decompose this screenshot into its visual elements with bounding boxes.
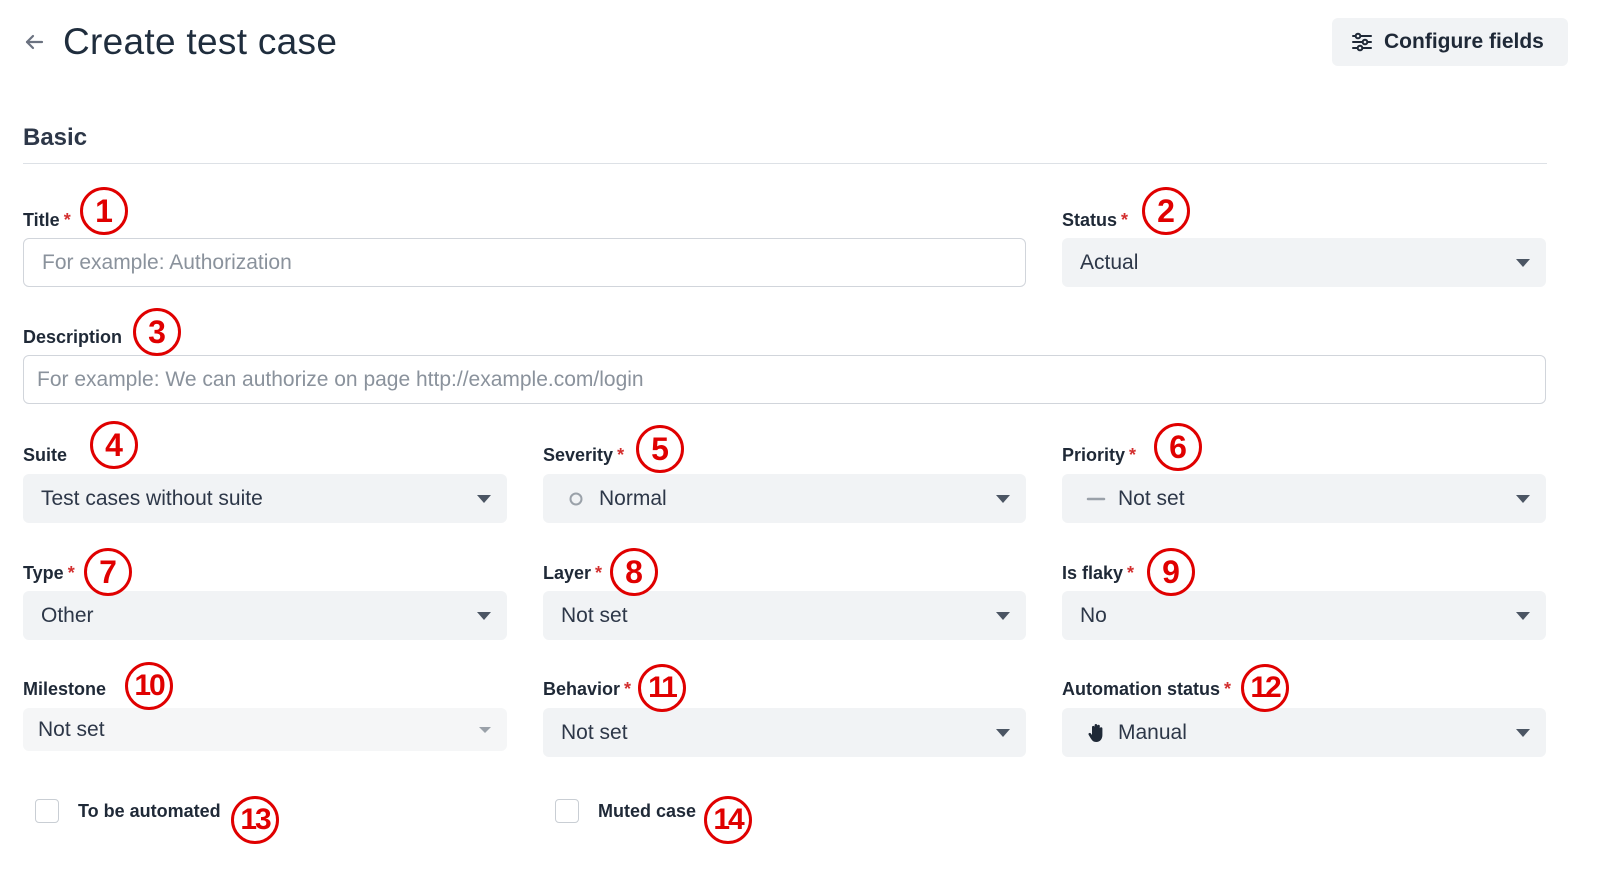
layer-select[interactable]: Not set	[543, 591, 1026, 640]
annotation-marker-5: 5	[636, 425, 684, 473]
severity-label: Severity *	[543, 445, 624, 466]
priority-select[interactable]: Not set	[1062, 474, 1546, 523]
suite-value: Test cases without suite	[41, 486, 263, 510]
layer-label: Layer *	[543, 563, 602, 584]
chevron-down-icon	[996, 611, 1010, 620]
required-mark: *	[63, 210, 71, 230]
annotation-marker-3: 3	[133, 308, 181, 356]
to-be-automated-label: To be automated	[78, 800, 221, 821]
is-flaky-label-text: Is flaky	[1062, 563, 1124, 583]
behavior-select[interactable]: Not set	[543, 708, 1026, 757]
chevron-down-icon	[1516, 611, 1530, 620]
priority-label: Priority *	[1062, 445, 1136, 466]
required-mark: *	[617, 445, 625, 465]
create-test-case-page: Create test case Configure fields Basic …	[0, 0, 1600, 877]
description-input[interactable]	[23, 355, 1546, 404]
suite-label: Suite	[23, 445, 67, 466]
dash-icon	[1086, 488, 1106, 510]
type-value: Other	[41, 603, 94, 627]
behavior-label-text: Behavior	[543, 679, 621, 699]
milestone-value: Not set	[38, 717, 105, 741]
automation-status-select[interactable]: Manual	[1062, 708, 1546, 757]
section-title: Basic	[23, 124, 88, 151]
automation-status-label-text: Automation status	[1062, 679, 1221, 699]
severity-select[interactable]: Normal	[543, 474, 1026, 523]
required-mark: *	[624, 679, 632, 699]
configure-fields-label: Configure fields	[1384, 30, 1544, 53]
annotation-marker-10: 10	[125, 662, 173, 710]
title-label-text: Title	[23, 210, 60, 230]
status-select[interactable]: Actual	[1062, 238, 1546, 287]
checkbox-box[interactable]	[555, 799, 579, 823]
status-value: Actual	[1080, 250, 1139, 274]
layer-value: Not set	[561, 603, 628, 627]
suite-select[interactable]: Test cases without suite	[23, 474, 507, 523]
annotation-marker-1: 1	[80, 187, 128, 235]
annotation-marker-8: 8	[610, 548, 658, 596]
annotation-marker-2: 2	[1142, 187, 1190, 235]
chevron-down-icon	[479, 726, 491, 733]
is-flaky-label: Is flaky *	[1062, 563, 1134, 584]
circle-outline-icon	[567, 488, 585, 510]
required-mark: *	[67, 563, 75, 583]
severity-value: Normal	[599, 486, 667, 510]
behavior-value: Not set	[561, 720, 628, 744]
milestone-label: Milestone	[23, 679, 106, 700]
muted-case-checkbox[interactable]: Muted case	[555, 799, 696, 823]
automation-status-label: Automation status *	[1062, 679, 1231, 700]
milestone-select[interactable]: Not set	[23, 708, 507, 751]
chevron-down-icon	[996, 494, 1010, 503]
required-mark: *	[1224, 679, 1232, 699]
priority-value: Not set	[1118, 486, 1185, 510]
to-be-automated-checkbox[interactable]: To be automated	[35, 799, 221, 823]
title-input[interactable]	[23, 238, 1026, 287]
hand-icon	[1086, 722, 1108, 744]
milestone-label-text: Milestone	[23, 679, 107, 699]
annotation-marker-12: 12	[1241, 664, 1289, 712]
section-divider	[23, 163, 1547, 164]
layer-label-text: Layer	[543, 563, 592, 583]
annotation-marker-11: 11	[638, 664, 686, 712]
type-select[interactable]: Other	[23, 591, 507, 640]
description-label-text: Description	[23, 327, 123, 347]
configure-fields-button[interactable]: Configure fields	[1332, 18, 1568, 66]
description-label: Description	[23, 327, 122, 348]
suite-label-text: Suite	[23, 445, 68, 465]
status-label-text: Status	[1062, 210, 1118, 230]
type-label-text: Type	[23, 563, 64, 583]
type-label: Type *	[23, 563, 75, 584]
chevron-down-icon	[996, 728, 1010, 737]
annotation-marker-7: 7	[84, 548, 132, 596]
sliders-icon	[1350, 30, 1374, 54]
priority-label-text: Priority	[1062, 445, 1126, 465]
annotation-marker-13: 13	[231, 796, 279, 844]
arrow-left-icon[interactable]	[22, 30, 46, 54]
page-title: Create test case	[63, 21, 338, 62]
automation-status-value: Manual	[1118, 720, 1187, 744]
annotation-marker-14: 14	[704, 796, 752, 844]
is-flaky-select[interactable]: No	[1062, 591, 1546, 640]
chevron-down-icon	[1516, 258, 1530, 267]
muted-case-label: Muted case	[598, 800, 697, 821]
annotation-marker-4: 4	[90, 421, 138, 469]
required-mark: *	[1121, 210, 1129, 230]
severity-label-text: Severity	[543, 445, 614, 465]
chevron-down-icon	[477, 494, 491, 503]
status-label: Status *	[1062, 210, 1128, 231]
chevron-down-icon	[1516, 494, 1530, 503]
behavior-label: Behavior *	[543, 679, 631, 700]
required-mark: *	[1127, 563, 1135, 583]
required-mark: *	[1129, 445, 1137, 465]
chevron-down-icon	[1516, 728, 1530, 737]
checkbox-box[interactable]	[35, 799, 59, 823]
annotation-marker-9: 9	[1147, 548, 1195, 596]
required-mark: *	[595, 563, 603, 583]
is-flaky-value: No	[1080, 603, 1107, 627]
chevron-down-icon	[477, 611, 491, 620]
annotation-marker-6: 6	[1154, 423, 1202, 471]
title-label: Title *	[23, 210, 71, 231]
